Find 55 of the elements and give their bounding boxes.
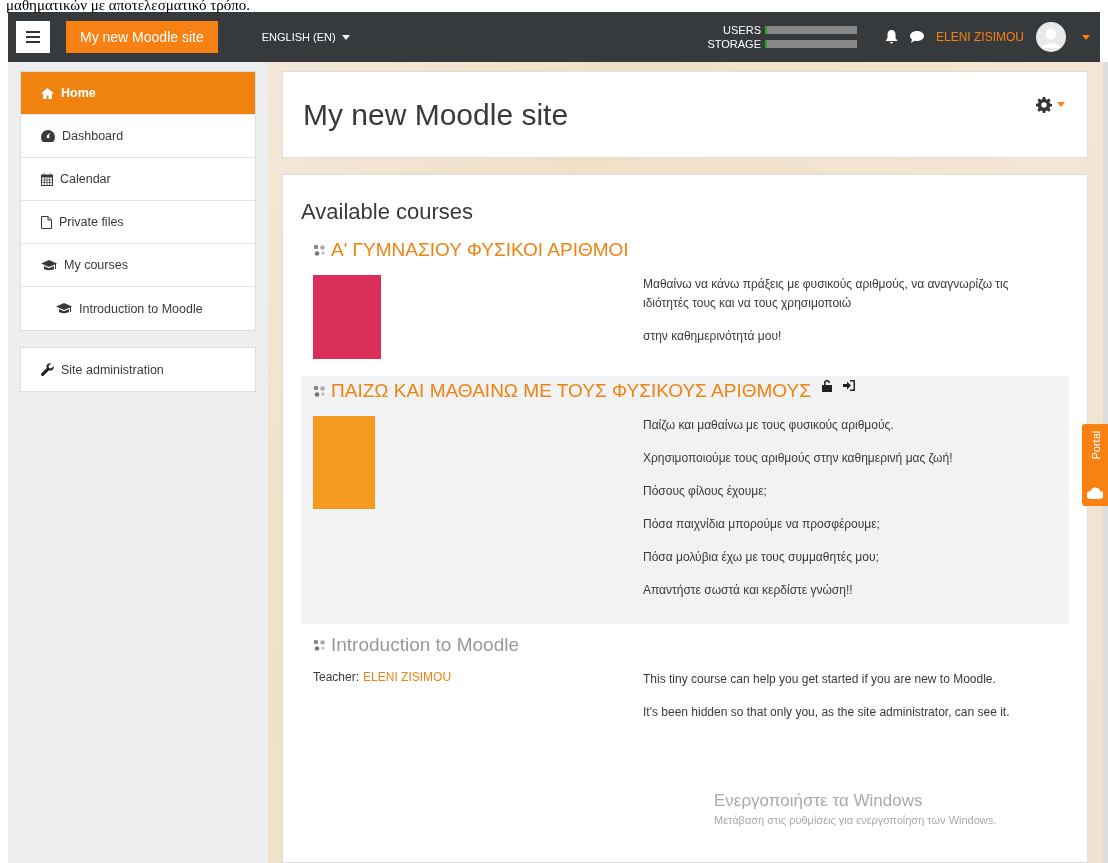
sidebar-item[interactable]: My courses: [21, 244, 255, 287]
sign-in-icon: [842, 380, 855, 391]
teacher-label: Teacher:: [313, 670, 360, 684]
graduation-cap-icon: [41, 259, 57, 271]
course-summary: Πόσους φίλους έχουμε;: [643, 483, 768, 500]
graduation-cap-icon: [56, 303, 72, 314]
course-summary: This tiny course can help you get started if you are new to Moodle.: [643, 671, 997, 688]
sidebar-item[interactable]: Private files: [21, 201, 255, 244]
caret-icon[interactable]: [1082, 34, 1090, 40]
activation-subtitle: Μετάβαση στις ρυθμίσεις για ενεργοποίηση των Windows.: [714, 814, 997, 826]
course-title-link[interactable]: Α' ΓΥΜΝΑΣΙΟΥ ΦΥΣΙΚΟΙ ΑΡΙΘΜΟΙ: [331, 239, 629, 261]
document-text: μαθηματικών με αποτελεσματικό τρόπο.: [6, 0, 250, 12]
course-summary: Παίζω και μαθαίνω με τους φυσικούς αριθμούς.: [643, 417, 895, 434]
sidebar-item[interactable]: Introduction to Moodle: [21, 287, 255, 330]
gauge-icon: [41, 130, 55, 142]
section-title: Available courses: [301, 199, 475, 225]
course-title-link[interactable]: ΠΑΙΖΩ ΚΑΙ ΜΑΘΑΙΝΩ ΜΕ ΤΟΥΣ ΦΥΣΙΚΟΥΣ ΑΡΙΘΜΟΥΣ: [331, 380, 811, 402]
menu-button[interactable]: [16, 21, 50, 53]
chat-icon[interactable]: [910, 31, 924, 43]
user-name[interactable]: ELENI ZISIMOU: [936, 30, 1024, 44]
course-icon: [313, 638, 326, 652]
course-icon: [313, 243, 326, 257]
file-icon: [41, 215, 52, 229]
course-summary: Μαθαίνω να κάνω πράξεις με φυσικούς αριθμούς, να αναγνωρίζω τις ιδιότητές τους και να τους χρησιμοποιώ: [643, 276, 1010, 312]
quota-label: USERS: [722, 24, 761, 36]
course-summary: Πόσα μολύβια έχω με τους συμμαθητές μου;: [643, 549, 880, 566]
bell-icon[interactable]: [885, 30, 898, 44]
course-icon: [313, 384, 326, 398]
teacher-link[interactable]: ELENI ZISIMOU: [363, 670, 452, 684]
caret-icon: [1057, 102, 1065, 107]
cloud-icon: [1087, 485, 1103, 501]
activation-title: Ενεργοποιήστε τα Windows: [714, 791, 924, 811]
site-name-link[interactable]: My new Moodle site: [66, 21, 218, 53]
course-summary: Χρησιμοποιούμε τους αριθμούς στην καθημερινή μας ζωή!: [643, 450, 954, 467]
course-title-link[interactable]: Introduction to Moodle: [331, 634, 519, 656]
settings-icon: [1036, 96, 1052, 113]
sidebar-item[interactable]: Calendar: [21, 158, 255, 201]
wrench-icon: [41, 363, 54, 376]
home-icon: [41, 87, 54, 99]
course-summary: Απαντήστε σωστά και κερδίστε γνώση!!: [643, 582, 854, 599]
menu-icon: [26, 31, 40, 43]
sidebar-item[interactable]: Dashboard: [21, 115, 255, 158]
calendar-icon: [41, 172, 53, 186]
course-summary: στην καθημερινότητά μου!: [643, 328, 783, 345]
sidebar-item[interactable]: Home: [21, 72, 255, 115]
course-summary: It's been hidden so that only you, as the site administrator, can see it.: [643, 704, 1011, 721]
avatar-icon[interactable]: [1036, 22, 1066, 52]
language-menu[interactable]: ENGLISH (EN): [255, 30, 356, 44]
caret-icon: [341, 34, 350, 40]
quota-label: STORAGE: [706, 38, 761, 50]
page-title: My new Moodle site: [303, 97, 569, 132]
sidebar-item[interactable]: Site administration: [21, 348, 255, 391]
portal-tab[interactable]: Portal: [1082, 424, 1108, 506]
course-summary: Πόσα παιχνίδια μπορούμε να προσφέρουμε;: [643, 516, 881, 533]
unlocked-padlock-icon: [821, 380, 832, 392]
